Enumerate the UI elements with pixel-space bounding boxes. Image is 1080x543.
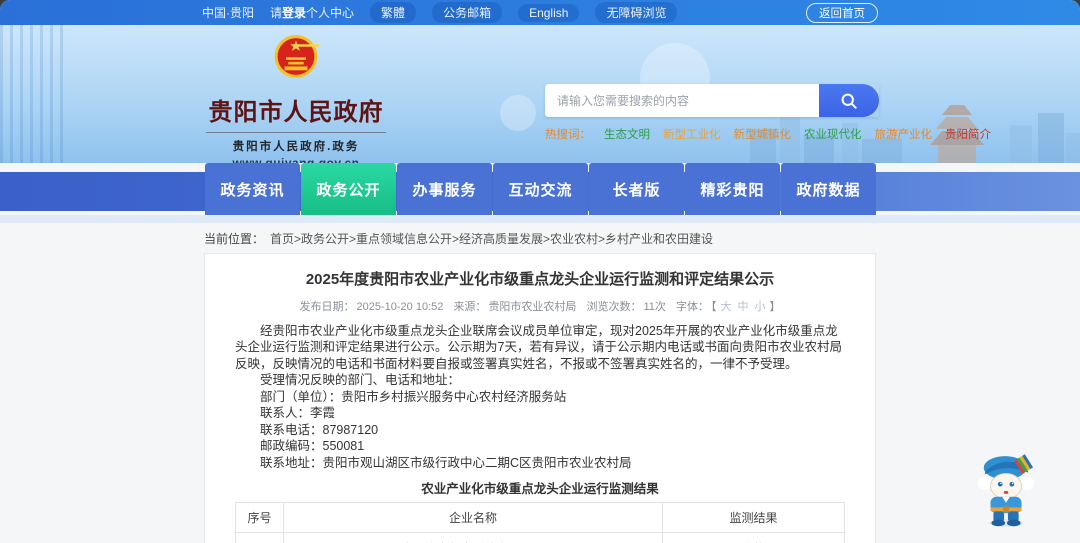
contact-department: 部门（单位）：贵阳市乡村振兴服务中心农村经济服务站 <box>260 389 567 404</box>
nav-bottom-strip <box>0 215 1080 223</box>
table-caption: 农业产业化市级重点龙头企业运行监测结果 <box>421 482 659 496</box>
region-link[interactable]: 中国·贵阳 <box>202 4 254 21</box>
search-input[interactable] <box>545 84 819 117</box>
login-pre: 请 <box>270 6 283 20</box>
bracket: 【 <box>710 300 717 313</box>
hot-word-link[interactable]: 农业现代化 <box>804 126 862 142</box>
hot-word-link[interactable]: 生态文明 <box>604 126 650 142</box>
table-header-row: 序号 企业名称 监测结果 <box>235 502 845 533</box>
site-name: 贵阳市人民政府 <box>208 99 384 126</box>
contact-phone: 联系电话：87987120 <box>260 422 379 437</box>
article-paragraph: 受理情况反映的部门、电话和地址： <box>260 373 461 387</box>
nav-tab-news[interactable]: 政务资讯 <box>205 163 300 215</box>
hot-word-link[interactable]: 新型城镇化 <box>734 126 792 142</box>
main-nav: 政务资讯 政务公开 办事服务 互动交流 长者版 精彩贵阳 政府数据 <box>0 163 1080 215</box>
hot-words-label: 热搜词： <box>545 129 591 141</box>
login-post: 个人中心 <box>306 6 355 20</box>
contact-address: 联系地址：贵阳市观山湖区市级行政中心二期C区贵阳市农业农村局 <box>260 455 632 470</box>
search-icon <box>841 93 857 109</box>
site-url: www.guiyang.gov.cn <box>232 156 360 163</box>
source-value: 贵阳市农业农村局 <box>488 300 577 313</box>
col-header-company: 企业名称 <box>283 502 663 533</box>
login-bold: 登录 <box>282 6 307 20</box>
nav-tab-senior-version[interactable]: 长者版 <box>589 163 684 215</box>
publish-date-label: 发布日期： <box>299 300 355 313</box>
publish-date: 2025-10-20 10:52 <box>356 300 444 313</box>
col-header-index: 序号 <box>235 502 284 533</box>
traditional-chinese-link[interactable]: 繁體 <box>370 2 417 23</box>
source-label: 来源： <box>453 300 487 313</box>
browser-page: 中国·贵阳 请登录个人中心 繁體 公务邮箱 English 无障碍浏览 返回首页 <box>0 0 1080 543</box>
topbar: 中国·贵阳 请登录个人中心 繁體 公务邮箱 English 无障碍浏览 返回首页 <box>0 0 1080 25</box>
hot-word-link[interactable]: 贵阳简介 <box>945 126 991 142</box>
left-decoration <box>0 25 70 163</box>
views-label: 浏览次数： <box>586 300 642 313</box>
table-row: 1 贵州合力超市采购有限公司 合格 <box>235 532 845 543</box>
hot-word-link[interactable]: 旅游产业化 <box>875 126 933 142</box>
mascot-figure[interactable] <box>976 451 1038 529</box>
bracket: 】 <box>769 300 781 313</box>
national-emblem-logo <box>274 35 1080 78</box>
nav-tab-services[interactable]: 办事服务 <box>397 163 492 215</box>
font-size-label: 字体： <box>675 300 709 313</box>
article-paragraph: 经贵阳市农业产业化市级重点龙头企业联席会议成员单位审定，现对2025年开展的农业… <box>235 323 842 371</box>
font-size-medium-button[interactable]: 中 <box>737 301 748 313</box>
english-link[interactable]: English <box>518 3 580 22</box>
article-title: 2025年度贵阳市农业产业化市级重点龙头企业运行监测和评定结果公示 <box>305 271 775 288</box>
views-value: 11次 <box>643 300 666 313</box>
nav-tab-interaction[interactable]: 互动交流 <box>493 163 588 215</box>
row-index: 1 <box>235 532 284 543</box>
site-subtitle: 贵阳市人民政府.政务 <box>206 132 386 154</box>
login-link[interactable]: 请登录个人中心 <box>270 4 354 21</box>
font-size-small-button[interactable]: 小 <box>754 301 765 313</box>
site-header: 贵阳市人民政府 贵阳市人民政府.政务 www.guiyang.gov.cn 热搜… <box>0 25 1080 163</box>
return-home-button[interactable]: 返回首页 <box>806 2 878 23</box>
company-name: 贵州合力超市采购有限公司 <box>283 532 663 543</box>
accessibility-link[interactable]: 无障碍浏览 <box>595 2 678 23</box>
site-brand[interactable]: 贵阳市人民政府 贵阳市人民政府.政务 www.guiyang.gov.cn <box>198 31 1080 163</box>
postal-code: 邮政编码：550081 <box>260 439 365 453</box>
breadcrumb-path[interactable]: 首页>政务公开>重点领域信息公开>经济高质量发展>农业农村>乡村产业和农田建设 <box>270 232 713 246</box>
search-area: 热搜词： 生态文明 新型工业化 新型城镇化 农业现代化 旅游产业化 贵阳简介 <box>545 84 991 142</box>
nav-tab-highlights[interactable]: 精彩贵阳 <box>685 163 780 215</box>
nav-tab-disclosure[interactable]: 政务公开 <box>301 163 396 215</box>
hot-word-link[interactable]: 新型工业化 <box>663 126 721 142</box>
contact-person: 联系人：李霞 <box>260 406 336 420</box>
search-button[interactable] <box>819 84 879 117</box>
official-mail-link[interactable]: 公务邮箱 <box>432 2 503 23</box>
article-meta: 发布日期： 2025-10-20 10:52 来源： 贵阳市农业农村局 浏览次数： 1… <box>235 298 845 314</box>
breadcrumb-label: 当前位置： <box>204 232 265 246</box>
bokeh-decoration <box>500 95 536 131</box>
col-header-result: 监测结果 <box>662 502 845 533</box>
monitoring-results-table: 序号 企业名称 监测结果 1 贵州合力超市采购有限公司 合格 2 贵州友禾种业有… <box>235 502 845 543</box>
monitor-result: 合格 <box>662 532 845 543</box>
nav-tab-gov-data[interactable]: 政府数据 <box>781 163 876 215</box>
breadcrumb: 当前位置： 首页>政务公开>重点领域信息公开>经济高质量发展>农业农村>乡村产业和… <box>204 230 1080 247</box>
hot-search-words: 热搜词： 生态文明 新型工业化 新型城镇化 农业现代化 旅游产业化 贵阳简介 <box>545 126 991 142</box>
font-size-large-button[interactable]: 大 <box>720 301 731 313</box>
article-card: 2025年度贵阳市农业产业化市级重点龙头企业运行监测和评定结果公示 发布日期： 2… <box>204 253 876 543</box>
